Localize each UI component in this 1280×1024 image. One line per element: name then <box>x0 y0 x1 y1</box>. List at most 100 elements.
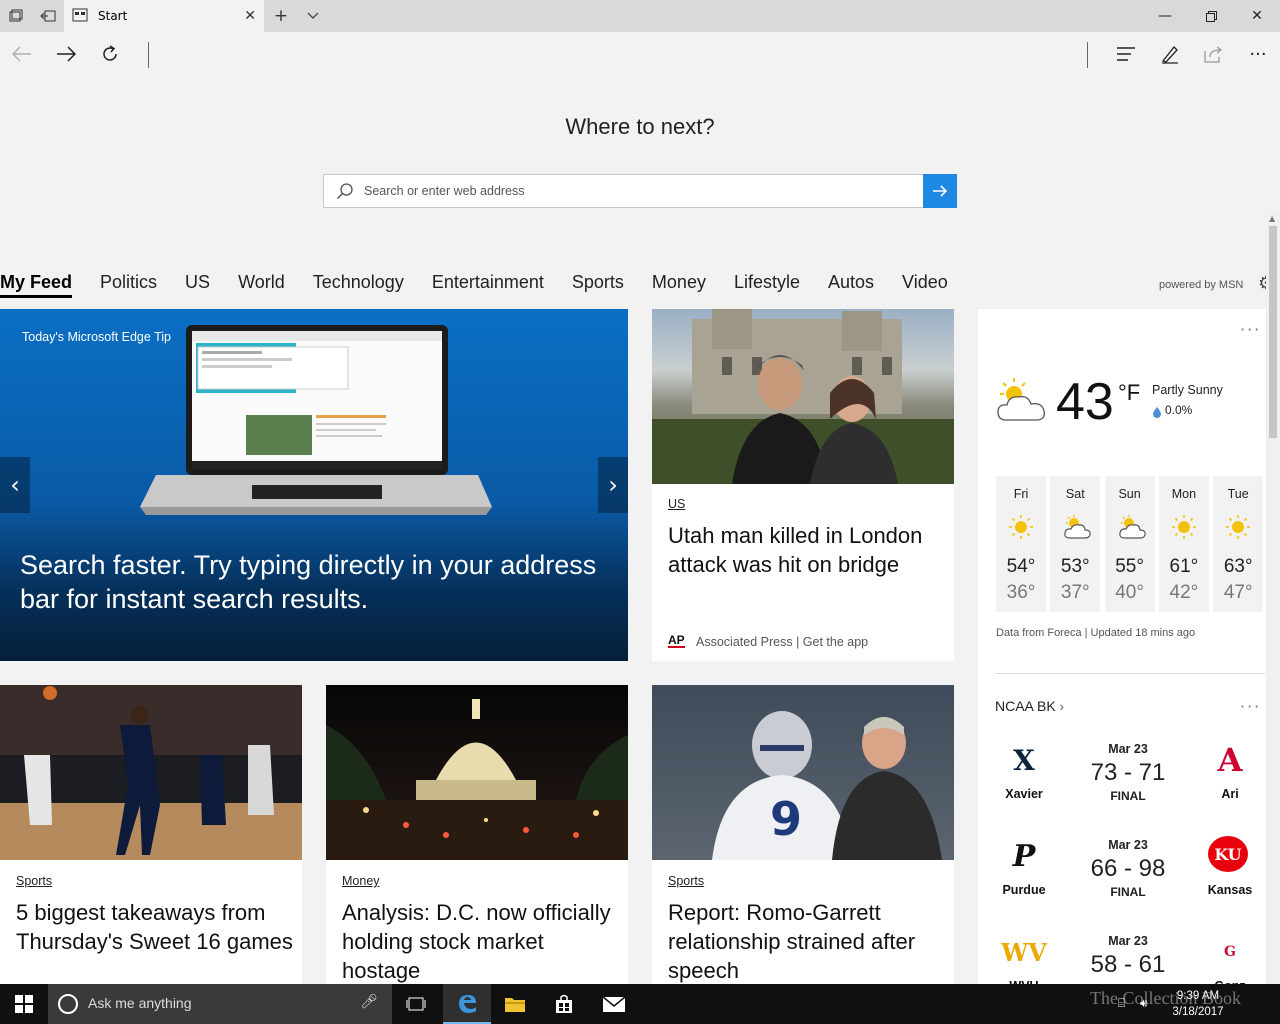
new-tab-icon[interactable]: + <box>272 0 290 32</box>
tab-autos[interactable]: Autos <box>828 272 874 298</box>
forecast-day[interactable]: Sun 55° 40° <box>1104 476 1155 612</box>
partly-cloudy-icon <box>1062 514 1092 540</box>
story-headline-3[interactable]: Report: Romo-Garrett relationship strain… <box>668 898 948 985</box>
powered-by-label: powered by MSN <box>1159 279 1244 291</box>
tab-sports[interactable]: Sports <box>572 272 624 298</box>
ncaa-title[interactable]: NCAA BK › <box>995 698 1064 714</box>
search-box[interactable]: Search or enter web address <box>323 174 957 208</box>
tab-money[interactable]: Money <box>652 272 706 298</box>
tab-start[interactable]: Start ✕ <box>64 0 264 32</box>
share-icon[interactable] <box>1192 32 1236 76</box>
set-aside-tabs-icon[interactable] <box>38 0 58 32</box>
ncaa-more-icon[interactable]: ··· <box>1240 697 1261 716</box>
restore-icon[interactable] <box>1188 0 1234 32</box>
team-logo: A <box>1217 741 1243 779</box>
sun-icon <box>1171 514 1197 540</box>
forecast-day-label: Mon <box>1171 487 1197 501</box>
tab-us[interactable]: US <box>185 272 210 298</box>
ncaa-title-text: NCAA BK <box>995 698 1056 714</box>
tab-world[interactable]: World <box>238 272 285 298</box>
weather-condition: Partly Sunny <box>1152 383 1223 397</box>
edge-icon[interactable] <box>443 984 491 1024</box>
forecast-high: 55° <box>1115 556 1144 577</box>
forecast-day-label: Sat <box>1065 487 1085 501</box>
search-icon <box>336 182 354 200</box>
more-icon[interactable]: ··· <box>1236 32 1280 76</box>
cortana-icon <box>58 994 78 1014</box>
file-explorer-icon[interactable] <box>491 984 539 1024</box>
microphone-icon[interactable]: 🎤︎ <box>360 994 378 1010</box>
refresh-icon[interactable] <box>88 32 132 76</box>
hero-label: Today's Microsoft Edge Tip <box>22 330 171 344</box>
tab-title: Start <box>98 9 128 23</box>
top-story-photo <box>652 309 954 484</box>
story-category-1[interactable]: Sports <box>16 874 52 888</box>
minimize-icon[interactable]: — <box>1142 0 1188 32</box>
category-tabs: My Feed Politics US World Technology Ent… <box>0 272 976 298</box>
mail-icon[interactable] <box>590 984 638 1024</box>
tab-entertainment[interactable]: Entertainment <box>432 272 544 298</box>
game-status: FINAL <box>1110 789 1146 803</box>
close-tab-icon[interactable]: ✕ <box>244 0 256 32</box>
search-input[interactable]: Search or enter web address <box>364 184 525 198</box>
chevron-right-icon: › <box>1059 699 1064 714</box>
carousel-prev-icon[interactable]: ‹ <box>0 457 30 513</box>
top-story-headline[interactable]: Utah man killed in London attack was hit… <box>668 521 938 579</box>
tab-preview-icon[interactable] <box>6 0 26 32</box>
store-icon[interactable] <box>540 984 588 1024</box>
forecast-day[interactable]: Mon 61° 42° <box>1158 476 1209 612</box>
forecast-low: 40° <box>1115 582 1144 603</box>
cortana-placeholder: Ask me anything <box>88 995 192 1011</box>
back-icon[interactable] <box>0 32 44 76</box>
source-name: Associated Press <box>696 635 793 649</box>
story-category-3[interactable]: Sports <box>668 874 704 888</box>
svg-text:9: 9 <box>770 792 802 846</box>
cortana-search[interactable]: Ask me anything 🎤︎ <box>48 984 392 1024</box>
game-score: 73 - 71 <box>1090 759 1166 786</box>
page-heading: Where to next? <box>565 114 715 139</box>
story-headline-2[interactable]: Analysis: D.C. now officially holding st… <box>342 898 622 985</box>
panel-divider <box>995 673 1265 674</box>
sun-icon <box>1225 514 1251 540</box>
scrollbar-thumb[interactable] <box>1269 226 1277 438</box>
forecast-day[interactable]: Tue 63° 47° <box>1213 476 1264 612</box>
scrollbar[interactable]: ▲ <box>1266 212 1280 984</box>
close-window-icon[interactable]: ✕ <box>1234 0 1280 32</box>
tab-politics[interactable]: Politics <box>100 272 157 298</box>
weather-more-icon[interactable]: ··· <box>1240 320 1261 339</box>
hub-icon[interactable] <box>1104 32 1148 76</box>
tab-video[interactable]: Video <box>902 272 948 298</box>
forecast-day[interactable]: Sat 53° 37° <box>1050 476 1101 612</box>
top-story-category[interactable]: US <box>668 497 685 511</box>
get-app-link[interactable]: | Get the app <box>796 635 868 649</box>
team-logo: X <box>1013 743 1035 777</box>
story-headline-1[interactable]: 5 biggest takeaways from Thursday's Swee… <box>16 898 296 956</box>
forward-icon[interactable] <box>44 32 88 76</box>
forecast-high: 63° <box>1223 556 1253 577</box>
tab-my-feed[interactable]: My Feed <box>0 272 73 298</box>
weather-footer: Data from Foreca | Updated 18 mins ago <box>996 627 1196 639</box>
pen-icon[interactable] <box>1148 32 1192 76</box>
raindrop-icon <box>1152 403 1162 422</box>
forecast-low: 47° <box>1223 582 1253 603</box>
game-date: Mar 23 <box>1108 838 1148 852</box>
search-go-button[interactable] <box>923 174 957 208</box>
forecast-high: 54° <box>1006 556 1036 577</box>
forecast-day[interactable]: Fri 54° 36° <box>996 476 1046 612</box>
watermark: The Collection Book <box>1090 988 1241 1008</box>
team-logo: G <box>1224 944 1236 960</box>
partly-cloudy-icon <box>994 376 1048 428</box>
carousel-next-icon[interactable]: › <box>598 457 628 513</box>
team-logo: KU <box>1208 836 1248 872</box>
nav-bar: ··· <box>0 32 1280 76</box>
tab-technology[interactable]: Technology <box>313 272 404 298</box>
windows-start-icon[interactable] <box>0 984 48 1024</box>
task-view-icon[interactable] <box>392 984 440 1024</box>
hero-headline[interactable]: Search faster. Try typing directly in yo… <box>20 548 620 616</box>
tab-lifestyle[interactable]: Lifestyle <box>734 272 800 298</box>
chevron-down-icon[interactable] <box>304 0 322 32</box>
game-score: 58 - 61 <box>1090 951 1166 978</box>
toolbar-separator <box>1087 42 1088 68</box>
story-category-2[interactable]: Money <box>342 874 380 888</box>
taskbar: Ask me anything 🎤︎ ⌸ 🔊︎ 9:39 AM 3/18/201… <box>0 984 1280 1024</box>
